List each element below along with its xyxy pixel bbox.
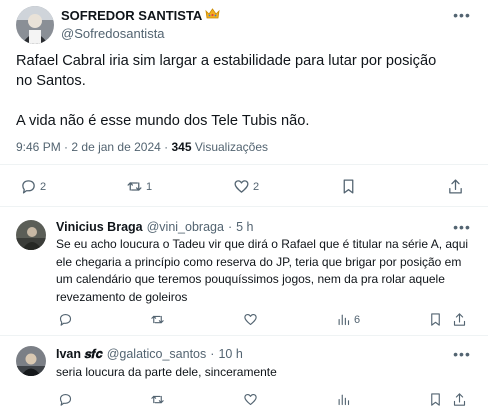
retweet-icon	[127, 182, 142, 191]
reply-button[interactable]: 2	[20, 178, 46, 195]
like-icon	[244, 393, 257, 406]
reply-author-handle[interactable]: @galatico_santos	[107, 347, 207, 361]
reply-icon	[59, 393, 72, 406]
reply-more-button[interactable]: •••	[452, 219, 472, 235]
reply-header: Vinicius Braga @vini_obraga · 5 h	[56, 220, 254, 234]
reply-time[interactable]: 5 h	[236, 220, 253, 234]
like-button[interactable]: 2	[233, 178, 259, 195]
tweet-date[interactable]: 2 de jan de 2024	[71, 140, 160, 154]
tweet-paragraph: A vida não é esse mundo dos Tele Tubis n…	[16, 113, 310, 129]
divider	[0, 206, 488, 207]
reply-dot: ·	[210, 347, 215, 361]
views-count: 6	[354, 313, 361, 326]
retweet-button[interactable]	[150, 312, 165, 327]
reply-text: seria loucura da parte dele, sincerament…	[56, 365, 277, 379]
like-button[interactable]	[243, 312, 258, 327]
reply-more-button[interactable]: •••	[452, 346, 472, 362]
reply-icon	[22, 180, 35, 194]
share-icon	[453, 393, 466, 406]
reply-time[interactable]: 10 h	[218, 347, 242, 361]
divider	[0, 335, 488, 336]
share-button[interactable]	[452, 392, 467, 407]
more-icon: •••	[453, 219, 471, 235]
reply-author-name[interactable]: Vinicius Braga	[56, 220, 143, 234]
reply-author-handle[interactable]: @vini_obraga	[147, 220, 224, 234]
bookmark-button[interactable]	[428, 392, 443, 407]
share-button[interactable]	[447, 178, 464, 195]
tweet-text: Rafael Cabral iria sim largar a estabili…	[16, 51, 456, 131]
reply-dot: ·	[227, 220, 233, 234]
bookmark-icon	[431, 313, 440, 326]
views-icon	[338, 394, 350, 406]
retweet-icon	[151, 395, 164, 404]
main-tweet: SOFREDOR SANTISTA @Sofredosantista ••• R…	[0, 0, 488, 206]
views-count: 345	[171, 140, 192, 154]
bookmark-button[interactable]	[428, 312, 443, 327]
like-button[interactable]	[243, 392, 258, 407]
like-icon	[234, 180, 249, 193]
bookmark-icon	[343, 179, 354, 194]
retweet-icon	[151, 315, 164, 324]
author-avatar[interactable]	[16, 6, 54, 44]
retweet-count: 1	[146, 180, 153, 193]
more-icon: •••	[453, 346, 471, 362]
tweet-time[interactable]: 9:46 PM	[16, 140, 61, 154]
reply-header: Ivan 𝒔𝒇𝒄 @galatico_santos · 10 h	[56, 347, 243, 362]
views-icon	[338, 314, 350, 326]
views-button[interactable]: 6	[336, 312, 360, 327]
reply-text: Se eu acho loucura o Tadeu vir que dirá …	[56, 237, 469, 304]
reply-avatar[interactable]	[16, 346, 46, 376]
reply-author-name[interactable]: Ivan 𝒔𝒇𝒄	[56, 347, 103, 362]
more-options-button[interactable]: •••	[452, 7, 472, 23]
bookmark-icon	[431, 393, 440, 406]
views-button[interactable]	[336, 392, 351, 407]
reply-count: 2	[40, 180, 47, 193]
reply-icon	[59, 313, 72, 326]
reply-button[interactable]	[58, 312, 73, 327]
bookmark-button[interactable]	[340, 178, 357, 195]
author-name[interactable]: SOFREDOR SANTISTA	[61, 8, 202, 23]
like-icon	[244, 313, 257, 326]
share-button[interactable]	[452, 312, 467, 327]
tweet-meta: 9:46 PM · 2 de jan de 2024 · 345 Visuali…	[16, 140, 268, 154]
meta-separator: ·	[164, 140, 172, 154]
like-count: 2	[253, 180, 260, 193]
reply-button[interactable]	[58, 392, 73, 407]
divider	[0, 164, 488, 165]
views-label: Visualizações	[194, 140, 269, 154]
crown-icon	[205, 8, 220, 23]
retweet-button[interactable]: 1	[126, 178, 152, 195]
more-icon: •••	[453, 7, 471, 23]
share-icon	[453, 313, 466, 326]
author-name-row[interactable]: SOFREDOR SANTISTA	[61, 8, 220, 23]
retweet-button[interactable]	[150, 392, 165, 407]
tweet-paragraph: Rafael Cabral iria sim largar a estabili…	[16, 53, 437, 89]
share-icon	[449, 179, 462, 194]
author-handle[interactable]: @Sofredosantista	[61, 26, 165, 41]
reply-avatar[interactable]	[16, 220, 46, 250]
